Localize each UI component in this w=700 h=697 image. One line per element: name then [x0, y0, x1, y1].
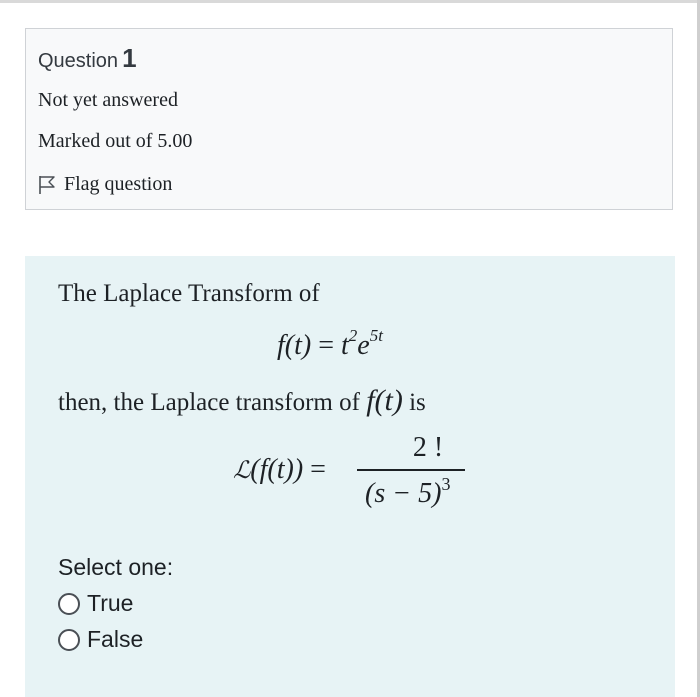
flag-icon	[38, 175, 56, 195]
formula2-numerator: 2 !	[412, 432, 444, 463]
statement-function: f(t)	[366, 384, 403, 417]
formula1-lhs: f(t)	[277, 330, 312, 361]
formula1-exp2: 5t	[369, 326, 383, 345]
question-label: Question	[38, 50, 119, 72]
denominator-exp: 3	[441, 474, 451, 494]
formula2-lhs: ℒ(f(t)) =	[233, 454, 326, 486]
formula2-equals: =	[303, 454, 326, 485]
laplace-formula: ℒ(f(t)) = 2 ! (s − 5)3	[233, 432, 493, 512]
option-true[interactable]: True	[58, 590, 133, 617]
formula1-equals: =	[311, 330, 342, 361]
formula1-e: e	[357, 330, 370, 361]
formula1-base: t	[341, 330, 349, 361]
function-formula: f(t) = t2e5t	[277, 326, 383, 362]
question-state: Not yet answered	[38, 89, 178, 111]
question-info-panel: Question 1 Not yet answered Marked out of…	[25, 28, 673, 210]
question-number: 1	[122, 43, 137, 73]
question-title: Question 1	[38, 43, 137, 74]
question-content: The Laplace Transform of f(t) = t2e5t th…	[25, 256, 675, 697]
flag-question-link[interactable]: Flag question	[38, 173, 172, 196]
flag-question-label: Flag question	[64, 173, 173, 195]
select-one-label: Select one:	[58, 554, 174, 580]
radio-false[interactable]	[58, 628, 80, 651]
question-grade: Marked out of 5.00	[38, 130, 193, 152]
top-divider	[0, 0, 697, 3]
question-statement: then, the Laplace transform of f(t) is	[58, 384, 426, 418]
denominator-base: (s − 5)	[365, 478, 442, 509]
option-true-label[interactable]: True	[87, 590, 133, 617]
formula2-denominator: (s − 5)3	[365, 474, 450, 510]
formula2-arg: (f(t))	[250, 454, 304, 485]
laplace-symbol: ℒ	[233, 456, 251, 484]
radio-true[interactable]	[58, 592, 80, 615]
option-false-label[interactable]: False	[87, 626, 143, 653]
statement-prefix: then, the Laplace transform of	[58, 389, 367, 416]
fraction-bar	[357, 469, 465, 471]
option-false[interactable]: False	[58, 626, 143, 653]
question-intro-text: The Laplace Transform of	[58, 280, 320, 307]
statement-suffix: is	[402, 389, 426, 416]
